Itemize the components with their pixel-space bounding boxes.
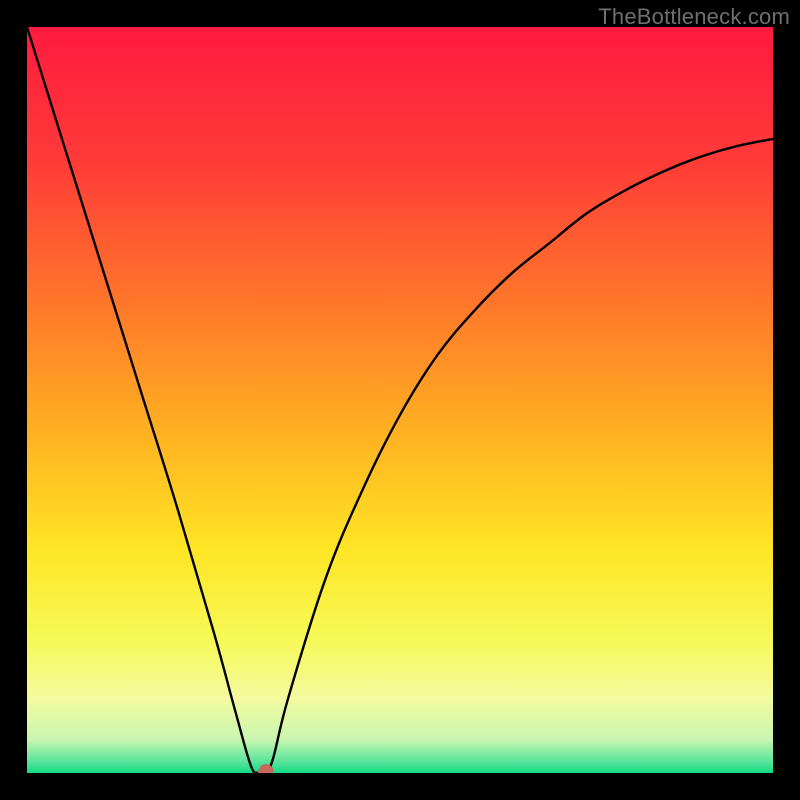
optimum-marker [258,764,274,773]
bottleneck-curve [27,27,773,773]
plot-area [27,27,773,773]
watermark-text: TheBottleneck.com [598,4,790,30]
chart-frame: TheBottleneck.com [0,0,800,800]
